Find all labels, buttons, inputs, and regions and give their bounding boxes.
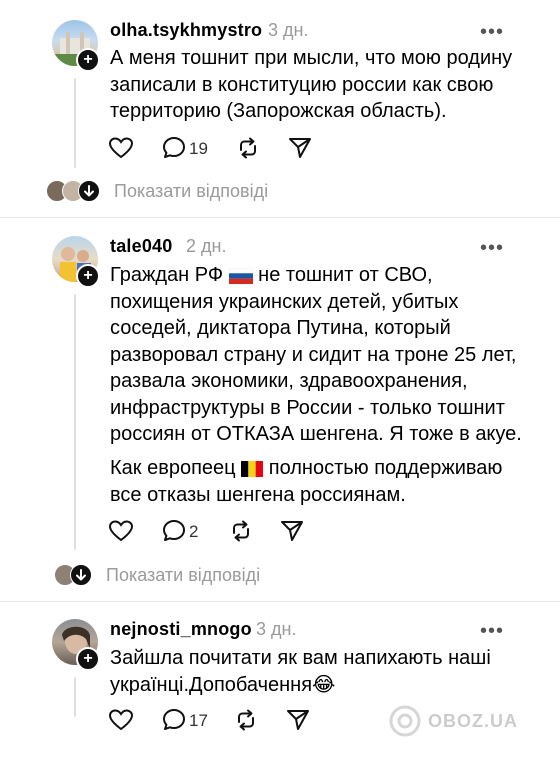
comment-text-line: развала экономики, здравоохранения, [110, 370, 468, 392]
username[interactable]: tale040 [110, 236, 172, 257]
more-options-icon[interactable]: ••• [480, 621, 504, 641]
comment-text-line: россиян от ОТКАЗА шенгена. Я тоже в акуе… [110, 423, 522, 445]
reply-count: 19 [189, 139, 208, 158]
follow-plus-icon[interactable]: + [76, 48, 100, 72]
comment-text-line: записали в конституцию россии как свою [110, 73, 494, 96]
username[interactable]: nejnosti_mnogo [110, 619, 252, 640]
watermark: OBOZ.UA [428, 711, 518, 731]
show-replies-link[interactable]: Показати відповіді [106, 565, 260, 586]
thread-line [74, 294, 76, 550]
thread-line [74, 78, 76, 168]
comment-text-line: А меня тошнит при мысли, что мою родину [110, 47, 513, 69]
comment-text-line: українці.Допобачення😂 [110, 672, 335, 699]
comment-text-line: Граждан РФ не тошнит от СВО, [110, 262, 433, 289]
comment-text-line: Как европеец полностью поддерживаю [110, 455, 502, 482]
reply-count: 17 [189, 711, 208, 730]
like-heart-icon[interactable] [108, 518, 134, 544]
share-send-icon[interactable] [279, 518, 305, 544]
follow-plus-icon[interactable]: + [76, 647, 100, 671]
timestamp: 2 дн. [186, 236, 227, 256]
expand-replies-arrow-icon[interactable] [78, 180, 100, 202]
comment-text-line: все отказы шенгена россиянам. [110, 483, 406, 506]
like-heart-icon[interactable] [108, 135, 134, 161]
comment-text-line: Зайшла почитати як вам напихають наші [110, 647, 491, 669]
comment-text-segment: українці.Допобачення [110, 673, 313, 696]
russia-flag-icon [228, 268, 253, 284]
divider [0, 601, 560, 602]
comment-text-line: разворовал страну и сидит на троне 25 ле… [110, 343, 517, 366]
username[interactable]: olha.tsykhmystro [110, 20, 262, 41]
comment-text-segment: полностью поддерживаю [268, 457, 503, 479]
expand-replies-arrow-icon[interactable] [70, 564, 92, 586]
laughing-emoji-icon: 😂 [312, 673, 336, 696]
comment-text-line: территорию (Запорожская область). [110, 100, 447, 122]
repost-icon[interactable] [233, 707, 259, 733]
watermark-logo-icon [389, 705, 421, 737]
comment-text-segment: Как европеец [110, 457, 236, 479]
show-replies-link[interactable]: Показати відповіді [114, 181, 268, 202]
comment-text-line: инфраструктуры в России - только тошнит [110, 396, 505, 419]
thread-line [74, 677, 76, 717]
belgium-flag-icon [241, 461, 264, 477]
comment-bubble-icon[interactable] [161, 135, 187, 161]
timestamp: 3 дн. [256, 619, 297, 639]
like-heart-icon[interactable] [108, 707, 134, 733]
share-send-icon[interactable] [285, 707, 311, 733]
comment-text-line: соседей, диктатора Путина, который [110, 317, 451, 339]
more-options-icon[interactable]: ••• [480, 238, 504, 258]
comment-text-segment: не тошнит от СВО, [258, 264, 433, 286]
timestamp: 3 дн. [268, 20, 309, 40]
share-send-icon[interactable] [287, 135, 313, 161]
divider [0, 217, 560, 218]
more-options-icon[interactable]: ••• [480, 22, 504, 42]
reply-count: 2 [189, 522, 199, 541]
follow-plus-icon[interactable]: + [76, 264, 100, 288]
comment-bubble-icon[interactable] [161, 707, 187, 733]
repost-icon[interactable] [235, 135, 261, 161]
comment-bubble-icon[interactable] [161, 518, 187, 544]
comment-text-segment: Граждан РФ [110, 264, 224, 286]
comment-text-line: похищения украинских детей, убитых [110, 290, 459, 313]
repost-icon[interactable] [228, 518, 254, 544]
